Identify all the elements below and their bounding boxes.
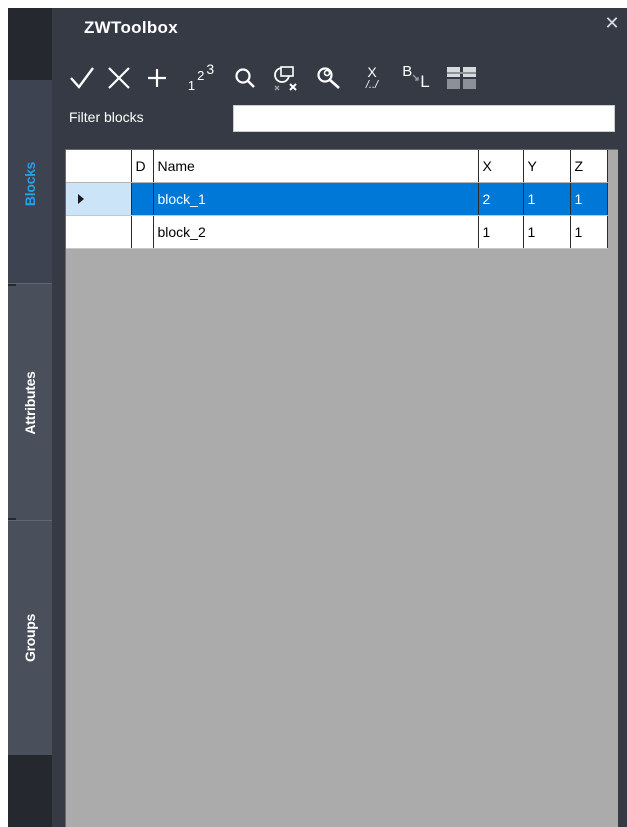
- cross-icon[interactable]: [104, 60, 134, 96]
- cell-name[interactable]: block_2: [153, 215, 479, 249]
- plus-icon[interactable]: [144, 60, 170, 96]
- cell-y[interactable]: 1: [523, 182, 571, 216]
- numbering-sup: 2: [197, 67, 205, 83]
- arrow-icon: [412, 74, 419, 81]
- tab-groups[interactable]: Groups: [8, 520, 52, 755]
- x-scale-icon[interactable]: X /../: [356, 60, 388, 96]
- current-row-arrow-icon: [78, 194, 84, 204]
- table-row[interactable]: block_2 1 1 1: [66, 215, 608, 249]
- table-row[interactable]: block_1 2 1 1: [66, 182, 608, 216]
- close-icon[interactable]: ✕: [601, 12, 623, 34]
- column-header-x[interactable]: X: [478, 150, 524, 183]
- row-header[interactable]: [66, 215, 132, 249]
- base-l-text: L: [420, 72, 430, 91]
- column-header-d[interactable]: D: [131, 150, 154, 183]
- x-scale-sub: /../: [365, 79, 379, 91]
- filter-blocks-label: Filter blocks: [69, 109, 144, 125]
- numbering-sup2: 3: [206, 61, 215, 77]
- cell-y[interactable]: 1: [523, 215, 571, 249]
- numbering-icon[interactable]: 1 2 3: [178, 60, 224, 96]
- header-row: D Name X Y Z: [66, 150, 608, 183]
- tab-blocks-label: Blocks: [22, 161, 38, 206]
- column-header-z[interactable]: Z: [570, 150, 608, 183]
- cell-d[interactable]: [131, 215, 154, 249]
- cell-z[interactable]: 1: [570, 215, 608, 249]
- zoom-icon[interactable]: [230, 60, 260, 96]
- row-header[interactable]: [66, 182, 132, 216]
- check-icon[interactable]: [66, 60, 98, 96]
- tab-groups-label: Groups: [22, 614, 38, 662]
- cell-x[interactable]: 2: [478, 182, 524, 216]
- tab-attributes[interactable]: Attributes: [8, 283, 52, 521]
- zwtoolbox-window: Blocks Attributes Groups ZWToolbox ✕ 1 2…: [8, 8, 627, 827]
- base-b-text: B: [402, 62, 413, 80]
- blocks-table: D Name X Y Z block_1 2 1 1 block_2 1 1 1: [66, 150, 608, 249]
- column-header-y[interactable]: Y: [523, 150, 571, 183]
- row-header-corner: [66, 150, 132, 183]
- column-header-name[interactable]: Name: [153, 150, 479, 183]
- title-bar: ZWToolbox ✕: [52, 8, 627, 46]
- select-clear-icon[interactable]: [268, 60, 304, 96]
- cell-x[interactable]: 1: [478, 215, 524, 249]
- x-scale-text: X: [367, 64, 377, 80]
- window-title: ZWToolbox: [84, 18, 178, 37]
- tab-blocks[interactable]: Blocks: [8, 80, 52, 287]
- tab-divider: [8, 518, 16, 520]
- cell-d[interactable]: [131, 182, 154, 216]
- toolbar: 1 2 3 X /../ B L: [66, 60, 586, 100]
- cell-name[interactable]: block_1: [153, 182, 479, 216]
- base-label-icon[interactable]: B L: [396, 60, 436, 96]
- find-replace-icon[interactable]: [312, 60, 346, 96]
- numbering-text: 1: [187, 77, 196, 93]
- tab-attributes-label: Attributes: [22, 370, 38, 435]
- filter-blocks-input[interactable]: [233, 105, 615, 132]
- tab-divider: [8, 284, 16, 286]
- cell-z[interactable]: 1: [570, 182, 608, 216]
- grid-toggle-icon[interactable]: [444, 60, 480, 96]
- blocks-grid: D Name X Y Z block_1 2 1 1 block_2 1 1 1: [65, 149, 618, 827]
